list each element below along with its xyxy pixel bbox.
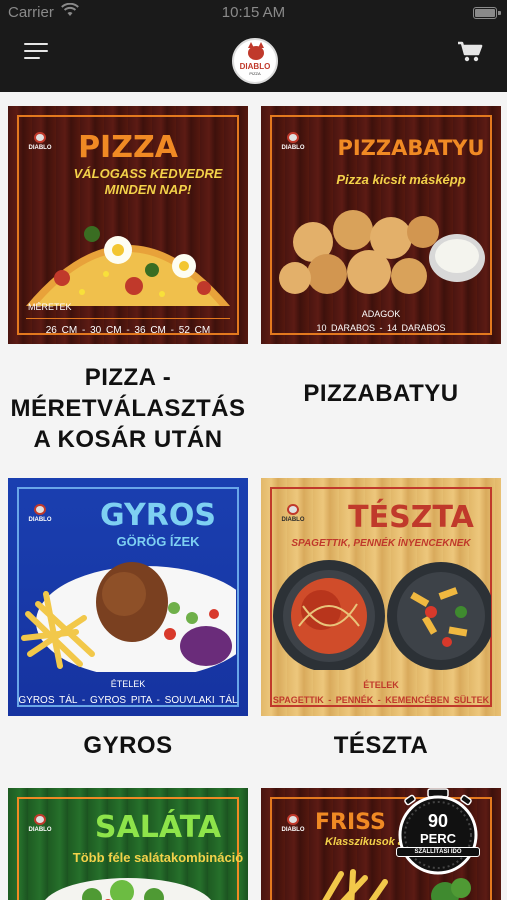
- category-title[interactable]: PIZZABATYU: [261, 378, 501, 409]
- card-label: ÉTELEK: [363, 680, 399, 690]
- card-options: GYROS TÁL - GYROS PITA - SOUVLAKI TÁL: [18, 695, 238, 706]
- navbar: DIABLO PIZZA: [0, 26, 507, 92]
- card-options: 10 DARABOS - 14 DARABOS: [316, 323, 446, 333]
- hamburger-menu-icon[interactable]: [22, 40, 52, 62]
- card-headline: SALÁTA: [94, 810, 222, 845]
- category-image-salata[interactable]: DIABLO SALÁTA Több féle salátakombináció: [8, 788, 248, 900]
- devil-icon: [248, 42, 264, 60]
- status-bar: Carrier 10:15 AM: [0, 0, 507, 26]
- brand-logo: DIABLO PIZZA: [232, 38, 278, 84]
- delivery-minutes: 90: [427, 811, 449, 831]
- brand-name: DIABLO: [239, 62, 271, 71]
- card-headline: PIZZABATYU: [337, 136, 485, 160]
- card-headline: TÉSZTA: [348, 500, 474, 535]
- card-label: ÉTELEK: [110, 679, 146, 689]
- pasta-photo: [273, 560, 491, 670]
- delivery-time-badge: 90 PERC SZÁLLÍTÁSI IDŐ: [393, 787, 483, 877]
- card-tagline: SPAGETTIK, PENNÉK ÍNYENCEKNEK: [291, 538, 471, 549]
- category-title[interactable]: GYROS: [8, 730, 248, 761]
- category-title[interactable]: PIZZA - MÉRETVÁLASZTÁS A KOSÁR UTÁN: [8, 362, 248, 455]
- card-headline: GYROS: [100, 498, 216, 533]
- category-image-teszta[interactable]: DIABLO TÉSZTA SPAGETTIK, PENNÉK ÍNYENCEK…: [261, 478, 501, 716]
- category-image-pizza[interactable]: DIABLO PIZZA VÁLOGASS KEDVEDRE MINDEN NA…: [8, 106, 248, 344]
- delivery-unit: PERC: [419, 831, 457, 846]
- pizzabatyu-photo: [279, 210, 485, 294]
- diablo-mini-logo: DIABLO: [279, 812, 307, 840]
- shopping-cart-icon[interactable]: [457, 40, 483, 62]
- brand-sub: PIZZA: [249, 71, 261, 76]
- salad-photo: [45, 878, 211, 900]
- card-options: 26 CM - 30 CM - 36 CM - 52 CM: [45, 325, 211, 336]
- category-image-gyros[interactable]: DIABLO GYROS GÖRÖG ÍZEK ÉTELEK GYROS TÁL…: [8, 478, 248, 716]
- battery-icon: [473, 7, 501, 19]
- pizza-photo: [26, 226, 230, 306]
- category-image-pizzabatyu[interactable]: DIABLO PIZZABATYU Pizza kicsit másképp A…: [261, 106, 501, 344]
- delivery-caption: SZÁLLÍTÁSI IDŐ: [396, 847, 480, 857]
- card-tagline: GÖRÖG ÍZEK: [116, 534, 200, 549]
- card-options: SPAGETTIK - PENNÉK - KEMENCÉBEN SÜLTEK: [272, 695, 490, 705]
- card-tagline: Több féle salátakombináció: [72, 850, 244, 865]
- card-headline: PIZZA: [78, 130, 178, 165]
- card-tagline: Pizza kicsit másképp: [336, 172, 466, 187]
- card-label: ADAGOK: [361, 309, 401, 319]
- status-time: 10:15 AM: [221, 4, 286, 21]
- category-title[interactable]: TÉSZTA: [261, 730, 501, 761]
- card-label: MÉRETEK: [28, 302, 72, 312]
- gyros-photo: [21, 562, 236, 672]
